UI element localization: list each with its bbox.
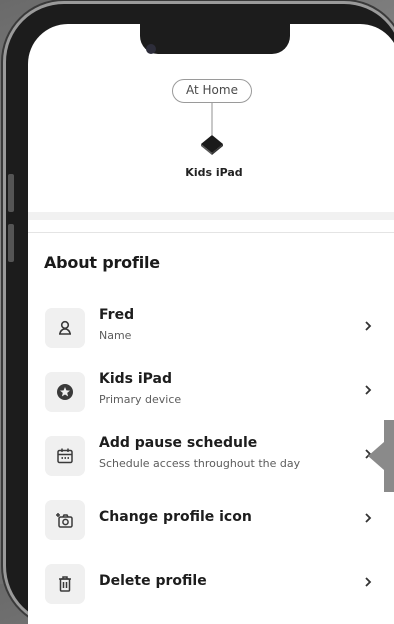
device-name-label: Kids iPad (185, 166, 243, 179)
row-subtitle: Primary device (99, 393, 182, 406)
camera-icon (146, 44, 156, 54)
section-divider (28, 212, 394, 220)
callout-pointer (384, 420, 394, 492)
row-title: Delete profile (99, 573, 207, 589)
network-connector-line (211, 103, 213, 135)
calendar-icon (57, 448, 73, 464)
delete-profile-row[interactable]: Delete profile (28, 560, 394, 610)
phone-frame: At Home Kids iPad About profile Fred Nam… (6, 4, 394, 624)
row-title: Fred (99, 307, 135, 323)
phone-side-button (8, 224, 14, 262)
star-badge-icon (57, 384, 73, 400)
row-title: Kids iPad (99, 371, 173, 387)
add-photo-icon (56, 513, 73, 528)
row-icon-tile (45, 372, 85, 412)
row-subtitle: Name (99, 329, 132, 342)
row-icon-tile (45, 308, 85, 348)
location-pill[interactable]: At Home (172, 79, 252, 103)
chevron-right-icon (365, 513, 372, 523)
row-title: Change profile icon (99, 509, 252, 525)
row-icon-tile (45, 564, 85, 604)
primary-device-row[interactable]: Kids iPad Primary device (28, 368, 394, 418)
callout-arrow (368, 442, 384, 470)
tablet-device-icon (201, 135, 223, 155)
trash-icon (59, 576, 71, 592)
chevron-right-icon (365, 385, 372, 395)
chevron-right-icon (365, 577, 372, 587)
divider-line (28, 232, 394, 233)
phone-side-button (8, 174, 14, 212)
row-title: Add pause schedule (99, 435, 258, 451)
pause-schedule-row[interactable]: Add pause schedule Schedule access throu… (28, 432, 394, 482)
section-title: About profile (44, 253, 160, 272)
chevron-right-icon (365, 321, 372, 331)
row-subtitle: Schedule access throughout the day (99, 457, 301, 470)
change-profile-icon-row[interactable]: Change profile icon (28, 496, 394, 546)
row-icon-tile (45, 500, 85, 540)
phone-notch (140, 24, 290, 54)
profile-name-row[interactable]: Fred Name (28, 304, 394, 354)
app-screen: At Home Kids iPad About profile Fred Nam… (28, 24, 394, 624)
row-icon-tile (45, 436, 85, 476)
person-icon (59, 320, 71, 335)
